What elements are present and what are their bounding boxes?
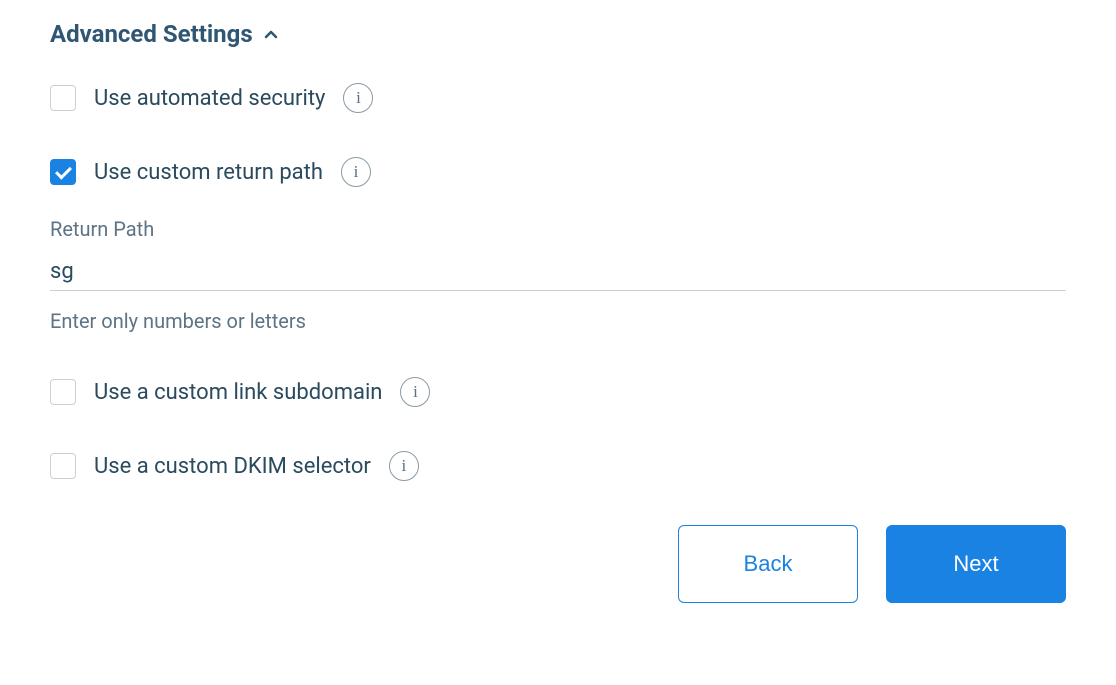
custom-return-path-checkbox[interactable]	[50, 159, 76, 185]
button-row: Back Next	[50, 525, 1066, 603]
next-button[interactable]: Next	[886, 525, 1066, 603]
return-path-input[interactable]	[50, 253, 1066, 291]
custom-link-subdomain-checkbox[interactable]	[50, 379, 76, 405]
info-icon[interactable]	[343, 83, 373, 113]
custom-dkim-selector-checkbox[interactable]	[50, 453, 76, 479]
info-icon[interactable]	[389, 451, 419, 481]
chevron-up-icon	[263, 26, 279, 42]
info-icon[interactable]	[400, 377, 430, 407]
info-icon[interactable]	[341, 157, 371, 187]
option-custom-link-subdomain: Use a custom link subdomain	[50, 377, 1066, 407]
option-custom-return-path: Use custom return path	[50, 157, 1066, 187]
return-path-label: Return Path	[50, 217, 1066, 241]
section-title: Advanced Settings	[50, 20, 253, 48]
custom-link-subdomain-label: Use a custom link subdomain	[94, 380, 382, 405]
automated-security-label: Use automated security	[94, 86, 325, 111]
automated-security-checkbox[interactable]	[50, 85, 76, 111]
custom-return-path-label: Use custom return path	[94, 160, 323, 185]
option-custom-dkim-selector: Use a custom DKIM selector	[50, 451, 1066, 481]
custom-dkim-selector-label: Use a custom DKIM selector	[94, 454, 371, 479]
return-path-helper: Enter only numbers or letters	[50, 309, 1066, 333]
option-automated-security: Use automated security	[50, 83, 1066, 113]
return-path-field: Return Path Enter only numbers or letter…	[50, 217, 1066, 333]
back-button[interactable]: Back	[678, 525, 858, 603]
advanced-settings-header[interactable]: Advanced Settings	[50, 20, 1066, 48]
